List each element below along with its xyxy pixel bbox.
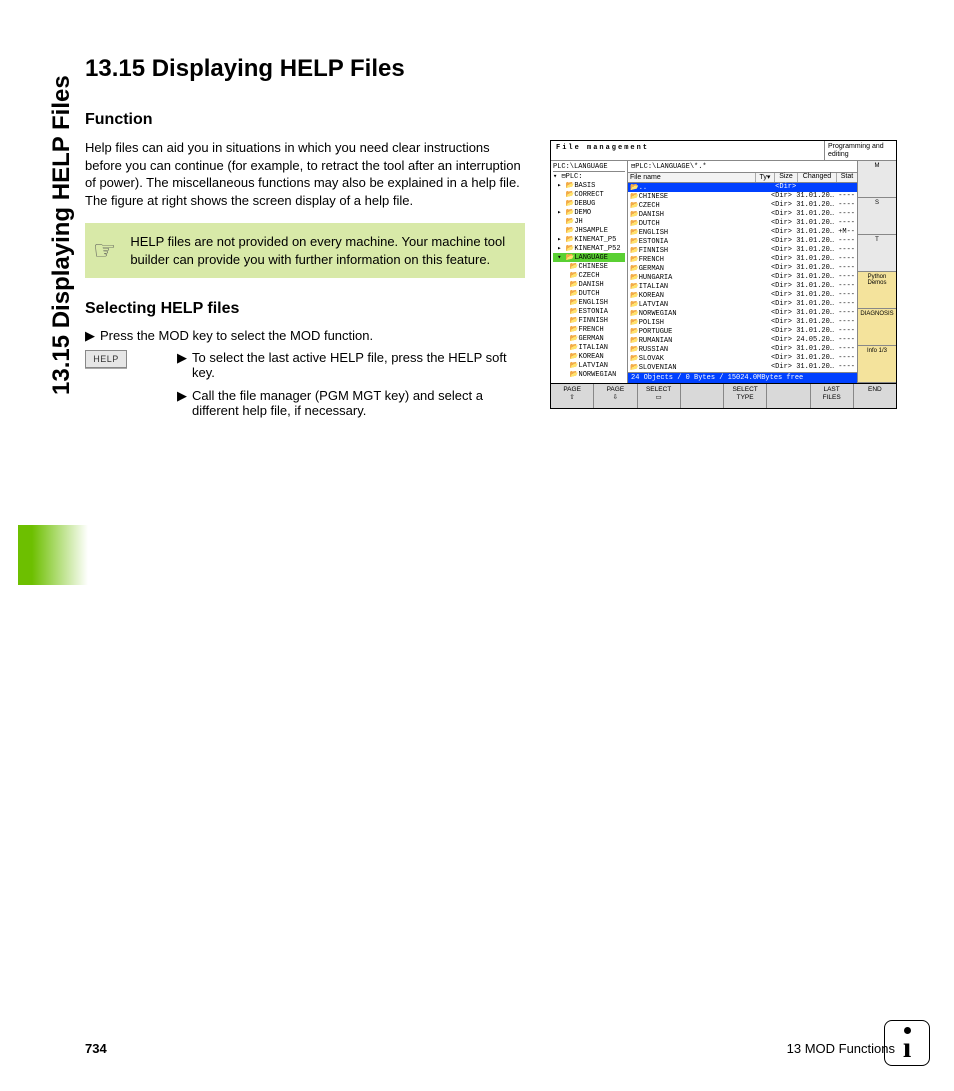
subhead-selecting: Selecting HELP files — [85, 300, 525, 318]
note-text: HELP files are not provided on every mac… — [130, 233, 511, 268]
step-2-text: To select the last active HELP file, pre… — [192, 350, 525, 380]
file-row: 📂DUTCH<Dir> 31.01.20… ---- — [628, 219, 857, 228]
shot-side-button: DIAGNOSIS — [858, 309, 896, 346]
margin-section-title: 13.15 Displaying HELP Files — [48, 75, 76, 395]
triangle-bullet-icon: ▶ — [177, 388, 187, 418]
shot-side-button: Info 1/3 — [858, 346, 896, 383]
tree-item: 📂DUTCH — [553, 289, 625, 298]
shot-softkey — [767, 384, 810, 408]
file-row: 📂FRENCH<Dir> 31.01.20… ---- — [628, 255, 857, 264]
file-row: 📂SLOVAK<Dir> 31.01.20… ---- — [628, 354, 857, 363]
note-box: ☞ HELP files are not provided on every m… — [85, 223, 525, 278]
tree-item: 📂JHSAMPLE — [553, 226, 625, 235]
file-row: 📂..<Dir> — [628, 183, 857, 192]
triangle-bullet-icon: ▶ — [177, 350, 187, 380]
help-softkey-icon: HELP — [85, 350, 127, 368]
tree-item: 📂ENGLISH — [553, 298, 625, 307]
shot-softkey: SELECTTYPE — [724, 384, 767, 408]
shot-status-bar: 24 Objects / 0 Bytes / 15024.0MBytes fre… — [628, 372, 857, 383]
shot-softkey: END — [854, 384, 896, 408]
step-3-text: Call the file manager (PGM MGT key) and … — [192, 388, 525, 418]
step-1: ▶ Press the MOD key to select the MOD fu… — [85, 328, 525, 344]
shot-side-button: T — [858, 235, 896, 272]
tree-item: ▾ ⊟PLC: — [553, 172, 625, 181]
file-row: 📂CZECH<Dir> 31.01.20… ---- — [628, 201, 857, 210]
tree-item: 📂NORWEGIAN — [553, 370, 625, 379]
tree-item: ▸ 📂KINEMAT_P5 — [553, 235, 625, 244]
shot-softkey-row: PAGE⇧PAGE⇩SELECT▭ SELECTTYPE LASTFILESEND — [551, 383, 896, 408]
tree-item: 📂CZECH — [553, 271, 625, 280]
shot-side-button: Python Demos — [858, 272, 896, 309]
file-row: 📂FINNISH<Dir> 31.01.20… ---- — [628, 246, 857, 255]
file-row: 📂KOREAN<Dir> 31.01.20… ---- — [628, 291, 857, 300]
tree-item: 📂LATVIAN — [553, 361, 625, 370]
shot-softkey: PAGE⇩ — [594, 384, 637, 408]
shot-tree: PLC:\LANGUAGE ▾ ⊟PLC: ▸ 📂BASIS 📂CORRECT … — [551, 161, 628, 383]
tree-item: 📂ESTONIA — [553, 307, 625, 316]
tree-item: ▸ 📂KINEMAT_P52 — [553, 244, 625, 253]
tree-item: 📂DEBUG — [553, 199, 625, 208]
tree-item: 📂JH — [553, 217, 625, 226]
file-row: 📂CHINESE<Dir> 31.01.20… ---- — [628, 192, 857, 201]
page-footer: 734 13 MOD Functions — [85, 1041, 895, 1056]
step-2: ▶ To select the last active HELP file, p… — [177, 350, 525, 380]
file-row: 📂ENGLISH<Dir> 31.01.20… +M-- — [628, 228, 857, 237]
shot-softkey: LASTFILES — [811, 384, 854, 408]
shot-tree-selected: ▾ 📂LANGUAGE — [553, 253, 625, 262]
tree-item: 📂CHINESE — [553, 262, 625, 271]
file-row: 📂RUSSIAN<Dir> 31.01.20… ---- — [628, 345, 857, 354]
file-row: 📂PORTUGUE<Dir> 31.01.20… ---- — [628, 327, 857, 336]
shot-list-header: File name Ty▾ Size Changed Stat — [628, 173, 857, 183]
file-row: 📂ESTONIA<Dir> 31.01.20… ---- — [628, 237, 857, 246]
step-3: ▶ Call the file manager (PGM MGT key) an… — [177, 388, 525, 418]
tree-item: 📂ITALIAN — [553, 343, 625, 352]
file-row: 📂NORWEGIAN<Dir> 31.01.20… ---- — [628, 309, 857, 318]
file-row: 📂RUMANIAN<Dir> 24.05.20… ---- — [628, 336, 857, 345]
shot-side-button: S — [858, 198, 896, 235]
file-row: 📂GERMAN<Dir> 31.01.20… ---- — [628, 264, 857, 273]
main-column: 13.15 Displaying HELP Files Function Hel… — [85, 55, 525, 422]
triangle-bullet-icon: ▶ — [85, 328, 95, 344]
section-gradient-tab — [18, 525, 88, 585]
screenshot-figure: File management Programming and editing … — [550, 140, 897, 409]
shot-title: File management — [551, 141, 824, 160]
shot-tree-path: PLC:\LANGUAGE — [553, 163, 625, 172]
shot-softkey: SELECT▭ — [638, 384, 681, 408]
tree-item: ▸ 📂DEMO — [553, 208, 625, 217]
page-heading: 13.15 Displaying HELP Files — [85, 55, 525, 83]
file-row: 📂SLOVENIAN<Dir> 31.01.20… ---- — [628, 363, 857, 372]
file-row: 📂LATVIAN<Dir> 31.01.20… ---- — [628, 300, 857, 309]
info-icon: ı — [884, 1020, 930, 1066]
step-1-text: Press the MOD key to select the MOD func… — [100, 328, 373, 344]
page-number: 734 — [85, 1041, 107, 1056]
tree-item: 📂KOREAN — [553, 352, 625, 361]
shot-softkey — [681, 384, 724, 408]
tree-item: 📂FRENCH — [553, 325, 625, 334]
tree-item: 📂CORRECT — [553, 190, 625, 199]
tree-item: ▸ 📂BASIS — [553, 181, 625, 190]
shot-file-list: ⊟PLC:\LANGUAGE\*.* File name Ty▾ Size Ch… — [628, 161, 858, 383]
file-row: 📂ITALIAN<Dir> 31.01.20… ---- — [628, 282, 857, 291]
shot-softkey: PAGE⇧ — [551, 384, 594, 408]
file-row: 📂HUNGARIA<Dir> 31.01.20… ---- — [628, 273, 857, 282]
hand-point-icon: ☞ — [93, 233, 116, 268]
file-row: 📂DANISH<Dir> 31.01.20… ---- — [628, 210, 857, 219]
tree-item: 📂DANISH — [553, 280, 625, 289]
tree-item: 📂FINNISH — [553, 316, 625, 325]
file-row: 📂POLISH<Dir> 31.01.20… ---- — [628, 318, 857, 327]
shot-side-buttons: MSTPython DemosDIAGNOSISInfo 1/3 — [858, 161, 896, 383]
shot-list-path: ⊟PLC:\LANGUAGE\*.* — [628, 161, 857, 173]
paragraph-function: Help files can aid you in situations in … — [85, 139, 525, 209]
shot-side-button: M — [858, 161, 896, 198]
chapter-label: 13 MOD Functions — [787, 1041, 895, 1056]
tree-item: 📂GERMAN — [553, 334, 625, 343]
shot-mode: Programming and editing — [824, 141, 896, 160]
subhead-function: Function — [85, 111, 525, 129]
